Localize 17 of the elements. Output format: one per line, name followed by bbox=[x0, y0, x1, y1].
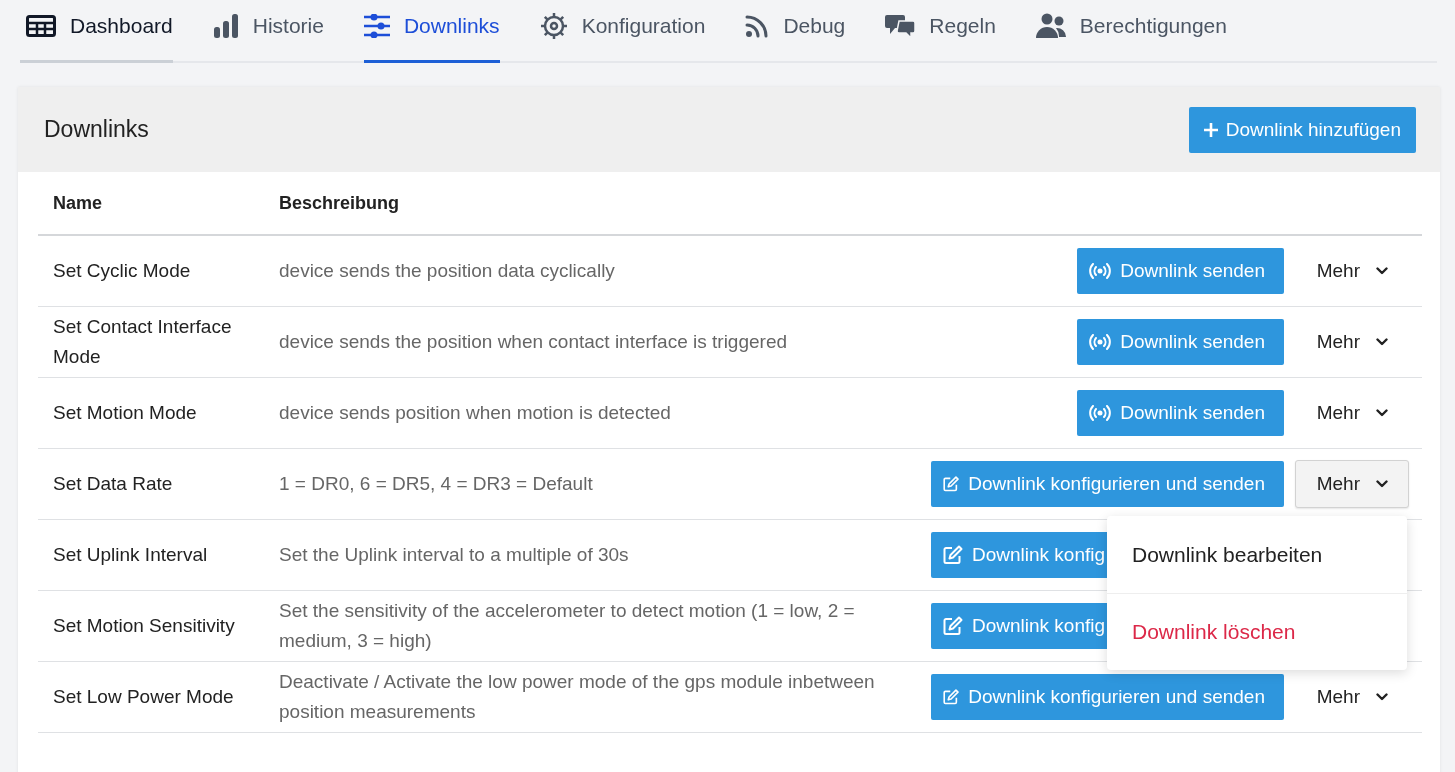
downlink-name: Set Data Rate bbox=[52, 472, 174, 496]
card-title: Downlinks bbox=[44, 116, 149, 143]
downlink-name: Set Cyclic Mode bbox=[52, 259, 192, 283]
downlink-description: device sends the position data cyclically bbox=[279, 259, 616, 283]
downlink-name: Set Low Power Mode bbox=[52, 685, 235, 709]
downlink-description: device sends position when motion is detected bbox=[279, 401, 672, 425]
column-header: Beschreibung bbox=[279, 192, 401, 214]
downlink-description: device sends the position when contact interface is triggered bbox=[279, 330, 789, 354]
downlink-name: Set Motion Mode bbox=[52, 401, 198, 425]
downlink-description: Set the Uplink interval to a multiple of 30s bbox=[279, 543, 630, 567]
downlink-description: Deactivate / Activate the low power mode of the gps module inbetween position measurements bbox=[279, 670, 876, 724]
downlink-description: Set the sensitivity of the accelerometer to detect motion (1 = low, 2 = medium, 3 = high) bbox=[279, 599, 856, 653]
column-header: Name bbox=[52, 192, 104, 214]
downlink-name: Set Contact Interface Mode bbox=[52, 315, 233, 369]
downlink-name: Set Motion Sensitivity bbox=[52, 614, 236, 638]
downlink-name: Set Uplink Interval bbox=[52, 543, 209, 567]
downlink-description: 1 = DR0, 6 = DR5, 4 = DR3 = Default bbox=[279, 472, 594, 496]
